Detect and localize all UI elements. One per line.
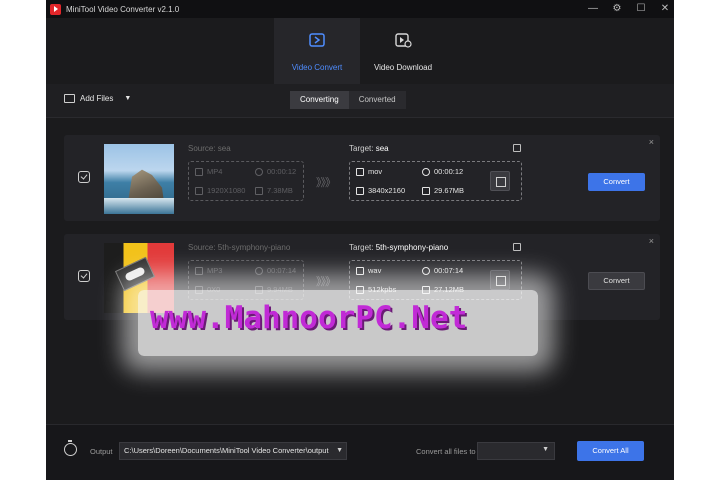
clock-icon [255, 167, 263, 176]
file-format-icon [356, 266, 364, 275]
title-bar: MiniTool Video Converter v2.1.0 — ⚙ ☐ ✕ [46, 0, 674, 18]
schedule-timer-icon[interactable] [64, 440, 77, 456]
video-thumbnail [104, 144, 174, 214]
target-format: wav [356, 266, 381, 275]
folder-icon [255, 186, 263, 195]
add-files-button[interactable]: Add Files ▼ [64, 94, 131, 103]
target-title: Target: sea [349, 144, 389, 153]
convert-all-format-select[interactable]: ▼ [477, 442, 555, 460]
target-size: 29.67MB [422, 186, 464, 195]
edit-icon[interactable] [513, 144, 521, 152]
watermark-text: www.MahnoorPC.Net [150, 300, 468, 336]
tab-video-convert-label: Video Convert [291, 63, 343, 72]
download-icon [395, 33, 412, 48]
source-duration: 00:00:12 [255, 167, 296, 176]
app-logo-icon [50, 3, 61, 15]
row-checkbox[interactable] [78, 171, 90, 183]
add-files-dropdown-icon[interactable]: ▼ [124, 95, 131, 102]
target-duration: 00:07:14 [422, 266, 463, 275]
settings-icon[interactable]: ⚙ [612, 0, 622, 18]
clock-icon [422, 266, 430, 275]
source-format: MP4 [195, 167, 222, 176]
remove-file-icon[interactable]: × [649, 137, 654, 147]
target-name: 5th-symphony-piano [375, 243, 449, 252]
output-path-field[interactable]: C:\Users\Doreen\Documents\MiniTool Video… [119, 442, 347, 460]
add-files-label: Add Files [80, 94, 114, 103]
bottom-bar: Output C:\Users\Doreen\Documents\MiniToo… [46, 424, 674, 480]
source-size: 7.38MB [255, 186, 293, 195]
convert-arrows-icon: 》》》 [316, 276, 336, 288]
window-controls: — ⚙ ☐ ✕ [588, 0, 670, 18]
target-name: sea [375, 144, 389, 153]
tab-video-download[interactable]: Video Download [360, 18, 446, 84]
source-resolution: 1920X1080 [195, 186, 245, 195]
app-title: MiniTool Video Converter v2.1.0 [66, 4, 180, 14]
maximize-icon[interactable]: ☐ [636, 0, 646, 18]
tab-video-download-label: Video Download [373, 63, 433, 72]
row-checkbox[interactable] [78, 270, 90, 282]
toolbar: Add Files ▼ Converting Converted [46, 84, 674, 118]
file-format-icon [195, 167, 203, 176]
convert-arrows-icon: 》》》 [316, 177, 336, 189]
convert-button[interactable]: Convert [588, 173, 645, 191]
convert-icon [309, 33, 325, 47]
target-resolution: 3840x2160 [356, 186, 405, 195]
convert-all-dropdown-icon: ▼ [542, 446, 549, 453]
output-path-value: C:\Users\Doreen\Documents\MiniTool Video… [124, 446, 329, 455]
convert-all-files-label: Convert all files to [416, 447, 476, 456]
close-icon[interactable]: ✕ [660, 0, 670, 18]
source-title: Source: sea [188, 144, 231, 153]
edit-icon[interactable] [513, 243, 521, 251]
source-format: MP3 [195, 266, 222, 275]
file-format-icon [356, 167, 364, 176]
resolution-icon [356, 186, 364, 195]
convert-button[interactable]: Convert [588, 272, 645, 290]
tab-converted[interactable]: Converted [348, 91, 406, 109]
clock-icon [422, 167, 430, 176]
source-title: Source: 5th-symphony-piano [188, 243, 291, 252]
file-row: Source: sea MP4 00:00:12 1920X1080 7.38M… [64, 135, 660, 221]
resolution-icon [195, 186, 203, 195]
target-format: mov [356, 167, 382, 176]
format-settings-button[interactable] [490, 171, 510, 191]
app-window: MiniTool Video Converter v2.1.0 — ⚙ ☐ ✕ … [46, 0, 674, 480]
source-duration: 00:07:14 [255, 266, 296, 275]
format-settings-button[interactable] [490, 270, 510, 290]
remove-file-icon[interactable]: × [649, 236, 654, 246]
tab-video-convert[interactable]: Video Convert [274, 18, 360, 84]
folder-icon [422, 186, 430, 195]
target-title: Target: 5th-symphony-piano [349, 243, 449, 252]
clock-icon [255, 266, 263, 275]
minimize-icon[interactable]: — [588, 0, 598, 18]
file-format-icon [195, 266, 203, 275]
main-tab-bar: Video Convert Video Download [46, 18, 674, 84]
output-label: Output [90, 447, 113, 456]
add-file-icon [64, 94, 75, 103]
output-dropdown-icon[interactable]: ▼ [334, 443, 343, 459]
target-duration: 00:00:12 [422, 167, 463, 176]
tab-converting[interactable]: Converting [290, 91, 349, 109]
source-info-box: MP4 00:00:12 1920X1080 7.38MB [188, 161, 304, 201]
convert-all-button[interactable]: Convert All [577, 441, 644, 461]
status-segment: Converting Converted [290, 91, 406, 109]
